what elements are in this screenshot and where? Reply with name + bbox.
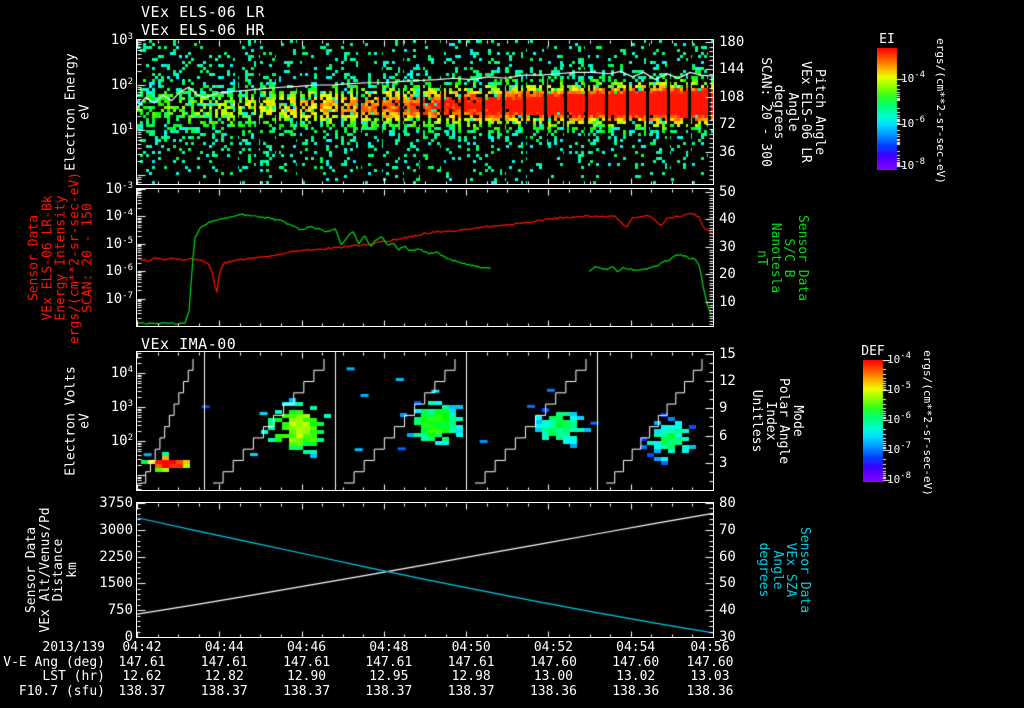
table-cell: 138.36 [529,684,577,699]
x-tick-label: 04:44 [204,640,244,655]
y2-tick-label: 6 [719,427,728,444]
y-tick-label: 1500 [99,575,133,592]
table-cell: 12.90 [286,669,327,684]
y2-tick-label: 180 [719,33,745,50]
y2-tick-label: 3 [719,454,728,471]
panel1-title-line2: VEx ELS-06 HR [141,21,265,39]
y2-tick-label: 9 [719,400,728,417]
panel1-title-line1: VEx ELS-06 LR [141,3,265,21]
x-tick-label: 04:52 [533,640,573,655]
y-tick-label: 104 [110,365,133,382]
y2-tick-label: 12 [719,373,736,390]
y-tick-label: 10-7 [105,290,133,307]
table-cell: 138.37 [283,684,331,699]
y2-tick-label: 36 [719,143,736,160]
y2-tick-label: 30 [719,238,736,255]
y-tick-label: 2250 [99,548,133,565]
panel3-right-axis-title: Mode Polar Angle Index Unitless [749,377,806,465]
vex-multipanel-plot: VEx ELS-06 LR VEx ELS-06 HR VEx IMA-00 E… [0,0,1024,708]
colorbar-ei-title: EI [879,32,895,47]
table-cell: 138.37 [447,684,495,699]
y-tick-label: 750 [107,602,133,619]
y-tick-label: 101 [110,122,133,138]
table-cell: 147.61 [365,655,413,670]
y2-tick-label: 40 [719,602,736,619]
y-tick-label: 102 [110,433,133,450]
y-tick-label: 3000 [99,521,133,538]
y-tick-label: 10-5 [105,235,133,252]
table-row-label: LST (hr) [42,669,105,684]
panel3-ima-spectrogram [136,351,714,491]
y-tick-label: 10-4 [105,208,133,225]
x-tick-label: 04:56 [690,640,730,655]
y2-tick-label: 50 [719,575,736,592]
table-cell: 12.98 [451,669,491,684]
panel2-intensity-bfield-plot [136,188,714,327]
y-tick-label: 10-3 [105,181,133,197]
table-cell: 147.60 [612,655,660,670]
y2-tick-label: 60 [719,548,736,565]
table-cell: 147.61 [200,655,248,670]
panel2-y-axis-title: Sensor Data VEx ELS-06 LR-Bk Energy Inte… [26,171,96,345]
table-cell: 147.60 [529,655,577,670]
x-tick-label: 04:50 [451,640,491,655]
table-cell: 12.62 [122,669,162,684]
colorbar-units-label: ergs/(cm**2-sr-sec-eV) [920,350,934,496]
panel1-right-axis-title: Pitch Angle VEx ELS-06 LR Angle degrees … [757,57,827,167]
panel3-y-axis-title: Electron Volts eV [63,366,93,476]
panel4-y-axis-title: Sensor Data VEx Alt/Venus/Pd Distance km [24,507,80,633]
y2-tick-label: 70 [719,521,736,538]
table-cell: 138.36 [686,684,734,699]
y-tick-label: 103 [110,399,133,416]
y-tick-label: 3750 [99,495,133,511]
table-row-label: F10.7 (sfu) [18,684,105,699]
colorbar-units-label: ergs/(cm**2-sr-sec-eV) [933,38,947,184]
table-cell: 13.00 [533,669,573,684]
y2-tick-label: 15 [719,345,736,362]
y2-tick-label: 20 [719,266,736,283]
x-tick-label: 04:42 [122,640,162,655]
table-cell: 147.61 [283,655,331,670]
x-tick-label: 04:46 [286,640,327,655]
table-cell: 138.37 [118,684,166,699]
table-row-label: V-E Ang (deg) [3,655,105,670]
panel2-right-axis-title: Sensor Data S/C B Nanotesla nT [754,214,811,302]
y2-tick-label: 72 [719,116,736,133]
table-cell: 138.37 [200,684,248,699]
y2-tick-label: 50 [719,184,736,201]
table-cell: 13.02 [616,669,656,684]
table-cell: 147.60 [686,655,734,670]
panel1-els-spectrogram [136,39,714,185]
x-tick-label: 04:48 [369,640,409,655]
y2-tick-label: 108 [719,88,745,105]
y-tick-label: 103 [110,32,133,48]
table-cell: 147.61 [118,655,166,670]
table-cell: 138.36 [612,684,660,699]
panel4-altitude-sza-plot [136,502,714,638]
y2-tick-label: 10 [719,293,736,310]
table-cell: 13.03 [690,669,730,684]
panel4-right-axis-title: Sensor Data VEx SZA Angle degrees [756,526,813,614]
panel1-y-axis-title: Electron Energy eV [63,53,93,171]
table-cell: 147.61 [447,655,495,670]
table-cell: 12.82 [204,669,244,684]
table-row-label: 2013/139 [42,640,105,655]
y2-tick-label: 40 [719,211,736,228]
colorbar-ei [877,48,907,170]
table-cell: 12.95 [369,669,409,684]
y-tick-label: 10-6 [105,263,133,280]
y2-tick-label: 144 [719,61,745,78]
y-tick-label: 102 [110,77,133,93]
table-cell: 138.37 [365,684,413,699]
x-tick-label: 04:54 [616,640,656,655]
y2-tick-label: 80 [719,495,736,511]
